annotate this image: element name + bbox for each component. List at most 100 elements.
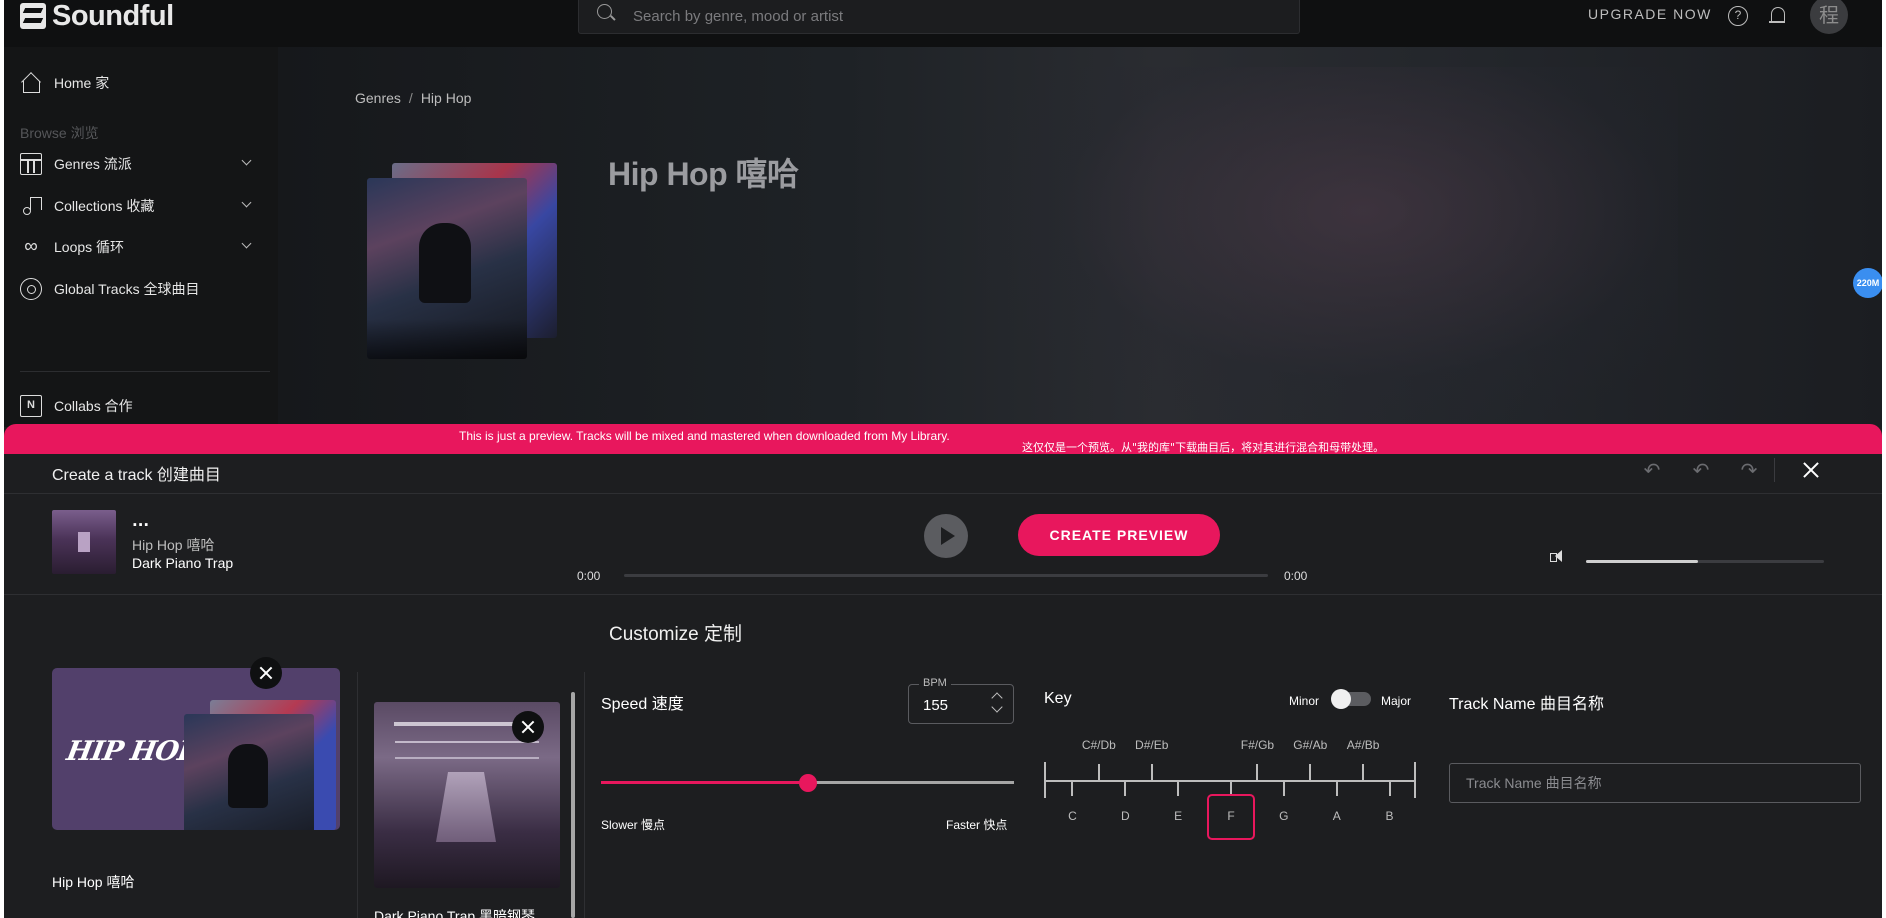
key-sharp-option[interactable]: C#/Db	[1082, 738, 1116, 752]
hero-background-image	[978, 67, 1678, 427]
key-natural-tick	[1388, 780, 1391, 796]
sidebar-item-label: Genres 流派	[54, 156, 132, 172]
track-options[interactable]: ...	[132, 512, 149, 530]
key-e-option[interactable]: E	[1174, 809, 1182, 823]
brand-name: Soundful	[52, 0, 174, 32]
memory-badge[interactable]: 220M	[1853, 268, 1882, 298]
genre-artwork	[367, 163, 557, 363]
bell-icon[interactable]	[1768, 5, 1788, 27]
top-bar: Soundful UPGRADE NOW ? 程	[4, 0, 1882, 47]
key-sharp-option[interactable]: F#/Gb	[1241, 738, 1274, 752]
bpm-value[interactable]: 155	[923, 697, 948, 714]
hip-hop-logo-text: HIP HOP	[64, 736, 200, 767]
header-divider	[1774, 458, 1775, 482]
play-button[interactable]	[924, 514, 968, 558]
genre-card[interactable]: HIP HOP	[52, 668, 340, 830]
grid-icon	[20, 153, 42, 175]
track-thumbnail	[52, 510, 116, 574]
sidebar-divider	[20, 371, 270, 372]
panel-title: Create a track 创建曲目	[52, 467, 221, 484]
volume-icon[interactable]	[1550, 549, 1568, 565]
sidebar-item-loops[interactable]: ∞ Loops 循环	[20, 232, 260, 262]
banner-text-en: This is just a preview. Tracks will be m…	[459, 429, 950, 443]
upgrade-button[interactable]: UPGRADE NOW	[1588, 6, 1712, 22]
key-title: Key	[1044, 690, 1072, 707]
volume-fill	[1586, 560, 1698, 563]
sidebar-item-collections[interactable]: Collections 收藏	[20, 191, 260, 221]
key-sharp-option[interactable]: G#/Ab	[1293, 738, 1327, 752]
panel-header: Create a track 创建曲目 ↶ ↶ ↷	[4, 454, 1882, 494]
create-preview-button[interactable]: CREATE PREVIEW	[1018, 514, 1220, 556]
breadcrumb: Genres / Hip Hop	[355, 90, 471, 106]
sidebar-item-collabs[interactable]: N Collabs 合作	[20, 391, 260, 421]
track-name-input[interactable]	[1449, 763, 1861, 803]
minor-label: Minor	[1289, 694, 1320, 708]
key-sharp-tick	[1097, 764, 1100, 780]
key-sharp-tick	[1309, 764, 1312, 780]
key-g-option[interactable]: G	[1279, 809, 1288, 823]
sidebar-item-label: Loops 循环	[54, 239, 125, 255]
sidebar-item-label: Collabs 合作	[54, 398, 133, 414]
faster-label: Faster 快点	[946, 818, 1008, 832]
key-end-tick	[1044, 762, 1046, 798]
brand-logo[interactable]: Soundful	[20, 0, 174, 32]
sidebar-item-genres[interactable]: Genres 流派	[20, 149, 260, 179]
sidebar-item-home[interactable]: Home 家	[20, 68, 260, 98]
key-a-option[interactable]: A	[1333, 809, 1341, 823]
remove-genre-close-icon[interactable]	[250, 657, 282, 689]
chevron-down-icon[interactable]	[241, 197, 252, 208]
key-sharp-option[interactable]: A#/Bb	[1347, 738, 1380, 752]
sidebar-item-label: Global Tracks 全球曲目	[54, 281, 200, 297]
customize-title: Customize 定制	[609, 624, 743, 645]
preview-banner: This is just a preview. Tracks will be m…	[4, 424, 1882, 454]
key-d-option[interactable]: D	[1121, 809, 1130, 823]
reset-icon[interactable]: ↶	[1640, 458, 1664, 482]
key-c-option[interactable]: C	[1068, 809, 1077, 823]
chevron-down-icon[interactable]	[991, 701, 1003, 713]
search-bar	[578, 0, 1300, 34]
chevron-down-icon[interactable]	[241, 238, 252, 249]
key-sharp-option[interactable]: D#/Eb	[1135, 738, 1168, 752]
volume-slider[interactable]	[1586, 560, 1824, 563]
breadcrumb-separator: /	[408, 90, 413, 106]
browse-heading: Browse 浏览	[20, 125, 99, 141]
undo-icon[interactable]: ↶	[1689, 458, 1713, 482]
breadcrumb-hip-hop[interactable]: Hip Hop	[421, 90, 472, 106]
track-genre: Hip Hop 嘻哈	[132, 537, 215, 553]
remove-template-close-icon[interactable]	[512, 711, 544, 743]
help-icon[interactable]: ?	[1728, 6, 1748, 26]
search-input[interactable]	[633, 8, 1233, 25]
sidebar-item-label: Collections 收藏	[54, 198, 155, 214]
app-root: Soundful UPGRADE NOW ? 程 Home 家 Browse 浏…	[4, 0, 1882, 918]
search-icon	[589, 0, 623, 34]
home-icon	[20, 72, 42, 94]
chevron-down-icon[interactable]	[241, 155, 252, 166]
key-sharp-tick	[1362, 764, 1365, 780]
avatar[interactable]: 程	[1810, 0, 1848, 34]
key-b-option[interactable]: B	[1386, 809, 1394, 823]
sidebar-item-global-tracks[interactable]: Global Tracks 全球曲目	[20, 274, 260, 304]
redo-icon[interactable]: ↷	[1737, 458, 1761, 482]
total-time: 0:00	[1284, 569, 1308, 583]
key-natural-tick	[1071, 780, 1074, 796]
current-time: 0:00	[577, 569, 601, 583]
genre-card-label: Hip Hop 嘻哈	[52, 874, 135, 890]
speed-slider[interactable]	[601, 774, 1014, 792]
close-icon[interactable]	[1800, 459, 1822, 481]
soundful-logo-icon	[20, 3, 46, 29]
key-selected-indicator[interactable]	[1207, 794, 1255, 840]
sidebar: Home 家 Browse 浏览 Genres 流派 Collections 收…	[4, 47, 278, 427]
seek-bar[interactable]	[624, 574, 1268, 577]
minor-major-toggle[interactable]	[1331, 689, 1371, 709]
card-divider	[357, 672, 358, 918]
key-sharp-tick	[1256, 764, 1259, 780]
section-divider	[584, 672, 585, 918]
scrollbar[interactable]	[571, 692, 575, 918]
create-track-panel: Create a track 创建曲目 ↶ ↶ ↷ ... Hip Hop 嘻哈…	[4, 454, 1882, 918]
page-title: Hip Hop 嘻哈	[608, 156, 799, 192]
speed-slider-handle[interactable]	[798, 774, 817, 792]
breadcrumb-genres[interactable]: Genres	[355, 90, 401, 106]
slower-label: Slower 慢点	[601, 818, 666, 832]
key-natural-tick	[1124, 780, 1127, 796]
bpm-stepper[interactable]: BPM 155	[908, 677, 1014, 724]
